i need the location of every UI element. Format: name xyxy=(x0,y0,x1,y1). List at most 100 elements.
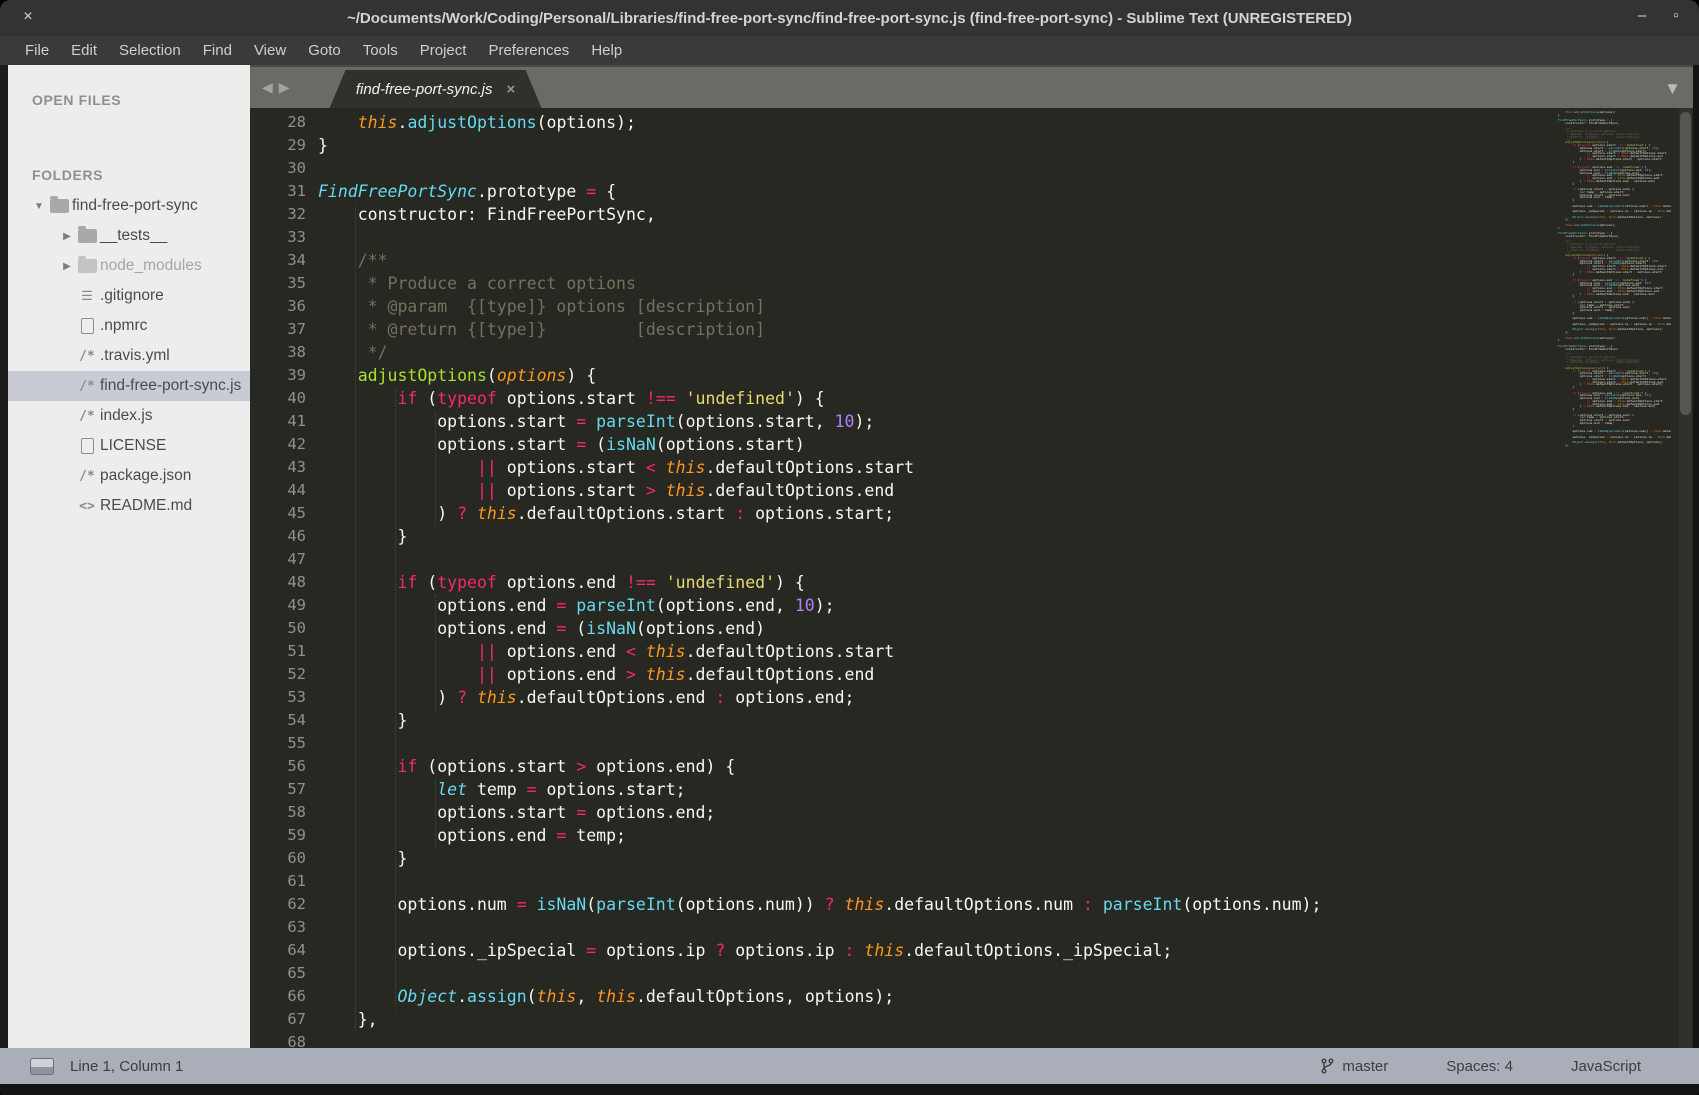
line-number: 38 xyxy=(250,341,306,364)
code-line-57: 57 let temp = options.start; xyxy=(250,778,1558,801)
cursor-position-label: Line 1, Column 1 xyxy=(70,1058,183,1075)
git-branch-indicator[interactable]: master xyxy=(1321,1058,1446,1075)
window-minimize-icon[interactable]: – xyxy=(1633,7,1651,24)
code-file-icon: /* xyxy=(74,409,100,424)
folder-icon xyxy=(74,259,100,273)
line-number: 48 xyxy=(250,571,306,594)
tree-item--gitignore[interactable]: ☰.gitignore xyxy=(8,281,250,311)
minimap[interactable]: this.adjustOptions(options);}FindFreePor… xyxy=(1558,111,1671,456)
code-file-icon: /* xyxy=(74,379,100,394)
tree-item-label: __tests__ xyxy=(100,227,167,245)
tab-bar: ◀ ▶ find-free-port-sync.js × ▼ xyxy=(250,65,1693,108)
tab-label: find-free-port-sync.js xyxy=(356,81,493,98)
line-number: 56 xyxy=(250,755,306,778)
code-line-44: 44 || options.start > this.defaultOption… xyxy=(250,479,1558,502)
code-line-39: 39 adjustOptions(options) { xyxy=(250,364,1558,387)
code-line-40: 40 if (typeof options.start !== 'undefin… xyxy=(250,387,1558,410)
code-line-47: 47 xyxy=(250,548,1558,571)
code-line-50: 50 options.end = (isNaN(options.end) xyxy=(250,617,1558,640)
menu-item-help[interactable]: Help xyxy=(580,36,633,65)
line-number: 39 xyxy=(250,364,306,387)
tree-item--travis-yml[interactable]: /*.travis.yml xyxy=(8,341,250,371)
menu-item-file[interactable]: File xyxy=(14,36,60,65)
tab-overflow-menu-icon[interactable]: ▼ xyxy=(1664,79,1681,99)
code-line-36: 36 * @param {[type]} options [descriptio… xyxy=(250,295,1558,318)
menu-item-goto[interactable]: Goto xyxy=(297,36,352,65)
folder-icon xyxy=(74,229,100,243)
menu-item-preferences[interactable]: Preferences xyxy=(477,36,580,65)
code-line-46: 46 } xyxy=(250,525,1558,548)
window-close-icon[interactable]: × xyxy=(18,8,38,26)
tree-item-find-free-port-sync-js[interactable]: /*find-free-port-sync.js xyxy=(8,371,250,401)
line-number: 33 xyxy=(250,226,306,249)
tree-item-package-json[interactable]: /*package.json xyxy=(8,461,250,491)
line-number: 50 xyxy=(250,617,306,640)
status-panel-icon[interactable] xyxy=(30,1058,54,1075)
tab-scroll-left-icon[interactable]: ◀ xyxy=(262,79,273,96)
tree-item-index-js[interactable]: /*index.js xyxy=(8,401,250,431)
menu-item-find[interactable]: Find xyxy=(192,36,243,65)
indent-guide xyxy=(435,595,436,711)
line-number: 57 xyxy=(250,778,306,801)
markup-file-icon: <> xyxy=(74,499,100,514)
line-number: 45 xyxy=(250,502,306,525)
code-line-49: 49 options.end = parseInt(options.end, 1… xyxy=(250,594,1558,617)
code-line-29: 29} xyxy=(250,134,1558,157)
line-number: 60 xyxy=(250,847,306,870)
tree-item-label: index.js xyxy=(100,407,153,425)
line-number: 30 xyxy=(250,157,306,180)
code-line-45: 45 ) ? this.defaultOptions.start : optio… xyxy=(250,502,1558,525)
menu-item-tools[interactable]: Tools xyxy=(352,36,409,65)
code-line-55: 55 xyxy=(250,732,1558,755)
tab-scroll-right-icon[interactable]: ▶ xyxy=(279,79,290,96)
line-number: 32 xyxy=(250,203,306,226)
line-number: 36 xyxy=(250,295,306,318)
tree-item-label: find-free-port-sync.js xyxy=(100,377,241,395)
tree-item--npmrc[interactable]: .npmrc xyxy=(8,311,250,341)
tree-item-label: README.md xyxy=(100,497,192,515)
menu-item-edit[interactable]: Edit xyxy=(60,36,108,65)
code-file-icon: /* xyxy=(74,349,100,364)
open-files-heading[interactable]: OPEN FILES xyxy=(8,92,250,108)
tab-close-icon[interactable]: × xyxy=(507,81,516,98)
menu-item-selection[interactable]: Selection xyxy=(108,36,192,65)
editor-pane[interactable]: 28 this.adjustOptions(options);29}3031Fi… xyxy=(250,108,1693,1048)
menu-item-project[interactable]: Project xyxy=(409,36,478,65)
line-number: 28 xyxy=(250,111,306,134)
tree-item-readme-md[interactable]: <>README.md xyxy=(8,491,250,521)
code-area[interactable]: 28 this.adjustOptions(options);29}3031Fi… xyxy=(250,111,1558,1048)
tree-item-label: find-free-port-sync xyxy=(72,197,198,215)
menu-item-view[interactable]: View xyxy=(243,36,297,65)
window-left-border xyxy=(0,65,8,1084)
indentation-indicator[interactable]: Spaces: 4 xyxy=(1446,1058,1571,1075)
collapse-arrow-icon[interactable]: ▼ xyxy=(32,201,46,212)
code-line-58: 58 options.start = options.end; xyxy=(250,801,1558,824)
line-number: 51 xyxy=(250,640,306,663)
status-bar: Line 1, Column 1 master Spaces: 4 JavaSc… xyxy=(0,1048,1699,1084)
tree-item-license[interactable]: LICENSE xyxy=(8,431,250,461)
code-line-64: 64 options._ipSpecial = options.ip ? opt… xyxy=(250,939,1558,962)
line-number: 53 xyxy=(250,686,306,709)
expand-arrow-icon[interactable]: ▶ xyxy=(60,231,74,242)
code-line-66: 66 Object.assign(this, this.defaultOptio… xyxy=(250,985,1558,1008)
vertical-scrollbar-thumb[interactable] xyxy=(1680,112,1691,415)
git-branch-label: master xyxy=(1342,1058,1388,1075)
tree-item--tests-[interactable]: ▶ __tests__ xyxy=(8,221,250,251)
tree-item-node-modules[interactable]: ▶ node_modules xyxy=(8,251,250,281)
code-line-42: 42 options.start = (isNaN(options.start) xyxy=(250,433,1558,456)
syntax-indicator[interactable]: JavaScript xyxy=(1571,1058,1699,1075)
tree-item-label: package.json xyxy=(100,467,191,485)
tab-find-free-port-sync[interactable]: find-free-port-sync.js × xyxy=(330,70,542,108)
tree-item-label: .gitignore xyxy=(100,287,164,305)
line-number: 59 xyxy=(250,824,306,847)
code-line-63: 63 xyxy=(250,916,1558,939)
tree-item-label: node_modules xyxy=(100,257,202,275)
indent-guide xyxy=(395,389,396,1009)
folders-heading[interactable]: FOLDERS xyxy=(8,167,250,183)
window-maximize-icon[interactable]: ▫ xyxy=(1667,7,1685,24)
expand-arrow-icon[interactable]: ▶ xyxy=(60,261,74,272)
code-line-62: 62 options.num = isNaN(parseInt(options.… xyxy=(250,893,1558,916)
code-line-56: 56 if (options.start > options.end) { xyxy=(250,755,1558,778)
line-number: 49 xyxy=(250,594,306,617)
tree-item-find-free-port-sync[interactable]: ▼ find-free-port-sync xyxy=(8,191,250,221)
